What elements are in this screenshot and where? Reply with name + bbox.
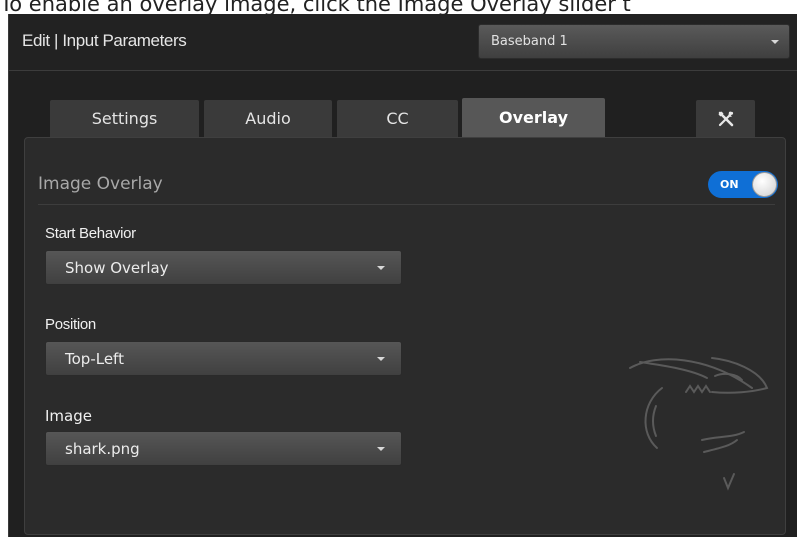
shark-logo-icon bbox=[629, 357, 769, 491]
tab-overlay[interactable]: Overlay bbox=[462, 98, 605, 138]
position-value: Top-Left bbox=[65, 350, 124, 368]
instruction-caption: To enable an overlay image, click the Im… bbox=[0, 0, 631, 15]
start-behavior-value: Show Overlay bbox=[65, 259, 169, 277]
start-behavior-label: Start Behavior bbox=[45, 225, 136, 242]
start-behavior-select[interactable]: Show Overlay bbox=[45, 250, 402, 285]
tab-cc[interactable]: CC bbox=[337, 100, 458, 137]
image-label: Image bbox=[45, 407, 92, 425]
position-select[interactable]: Top-Left bbox=[45, 341, 402, 376]
toggle-state-label: ON bbox=[720, 178, 739, 191]
image-value: shark.png bbox=[65, 440, 140, 458]
position-label: Position bbox=[45, 316, 96, 333]
dialog-title: Edit | Input Parameters bbox=[22, 31, 187, 50]
toggle-knob bbox=[752, 172, 777, 197]
tab-tools[interactable] bbox=[696, 100, 755, 137]
image-overlay-toggle[interactable]: ON bbox=[708, 171, 778, 198]
overlay-panel: Image Overlay ON Start Behavior Show Ove… bbox=[24, 137, 786, 535]
chevron-down-icon bbox=[771, 40, 779, 44]
divider bbox=[38, 204, 775, 205]
chevron-down-icon bbox=[377, 266, 385, 270]
section-title: Image Overlay bbox=[38, 174, 163, 194]
chevron-down-icon bbox=[377, 447, 385, 451]
tools-icon bbox=[718, 111, 734, 127]
source-select-value: Baseband 1 bbox=[491, 34, 568, 49]
image-select[interactable]: shark.png bbox=[45, 431, 402, 466]
tab-settings[interactable]: Settings bbox=[50, 100, 199, 137]
source-select[interactable]: Baseband 1 bbox=[478, 24, 790, 59]
chevron-down-icon bbox=[377, 357, 385, 361]
edit-input-parameters-dialog: Edit | Input Parameters Baseband 1 Setti… bbox=[8, 14, 797, 537]
dialog-header: Edit | Input Parameters Baseband 1 bbox=[9, 14, 797, 71]
tab-audio[interactable]: Audio bbox=[204, 100, 332, 137]
